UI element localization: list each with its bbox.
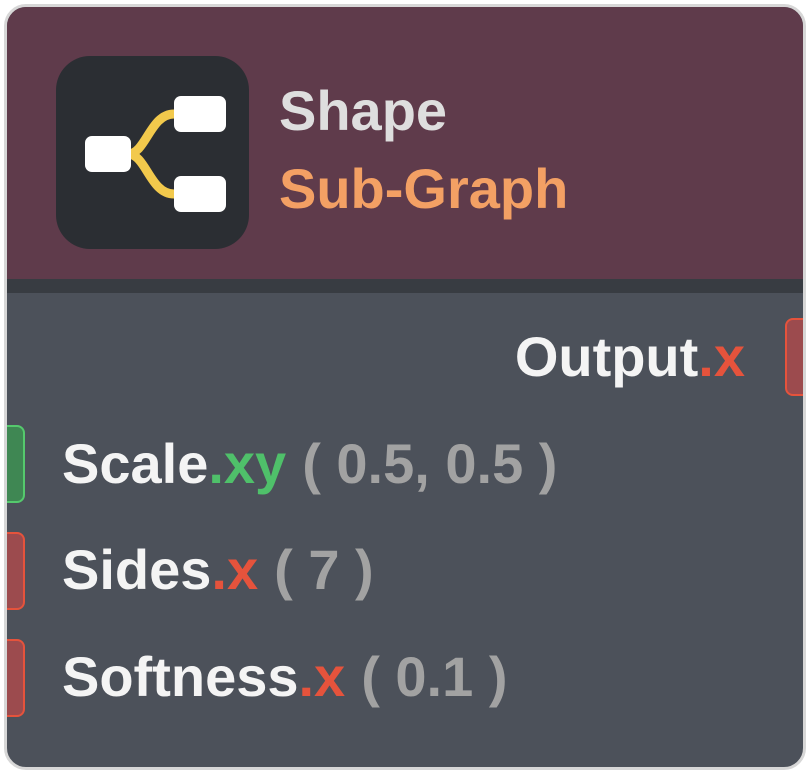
output-port-type: .x: [698, 325, 745, 388]
subgraph-source-node: [85, 136, 131, 172]
subgraph-icon: [56, 56, 249, 249]
output-port-name: Output: [514, 325, 699, 388]
sides-port-value[interactable]: ( 7 ): [274, 539, 374, 601]
subgraph-target-node-top: [174, 96, 226, 132]
header-separator: [7, 279, 803, 293]
shape-subgraph-node[interactable]: Shape Sub-Graph Output .x Scale .xy( 0.5, …: [4, 4, 806, 770]
softness-port-value[interactable]: ( 0.1 ): [361, 646, 507, 708]
scale-port-type: .xy: [208, 432, 287, 495]
input-port-row-softness[interactable]: Softness .x( 0.1 ): [62, 646, 507, 708]
sides-port-name: Sides: [62, 538, 212, 601]
sides-port-type: .x: [211, 538, 259, 601]
scale-port-name: Scale: [62, 432, 209, 495]
node-subtitle: Sub-Graph: [279, 157, 569, 220]
subgraph-target-node-bottom: [174, 176, 226, 212]
output-port-row[interactable]: Output .x: [515, 326, 745, 388]
subgraph-link-top: [123, 109, 179, 159]
node-title: Shape: [279, 79, 448, 142]
scale-port-value[interactable]: ( 0.5, 0.5 ): [302, 433, 557, 495]
subgraph-link-bottom: [123, 149, 179, 199]
softness-port-type: .x: [298, 645, 346, 708]
softness-port-name: Softness: [62, 645, 299, 708]
softness-port-connector[interactable]: [7, 639, 25, 717]
output-port-connector[interactable]: [785, 318, 803, 396]
node-header[interactable]: Shape Sub-Graph: [7, 7, 803, 279]
scale-port-connector[interactable]: [7, 425, 25, 503]
input-port-row-sides[interactable]: Sides .x( 7 ): [62, 539, 374, 601]
sides-port-connector[interactable]: [7, 532, 25, 610]
input-port-row-scale[interactable]: Scale .xy( 0.5, 0.5 ): [62, 433, 557, 495]
